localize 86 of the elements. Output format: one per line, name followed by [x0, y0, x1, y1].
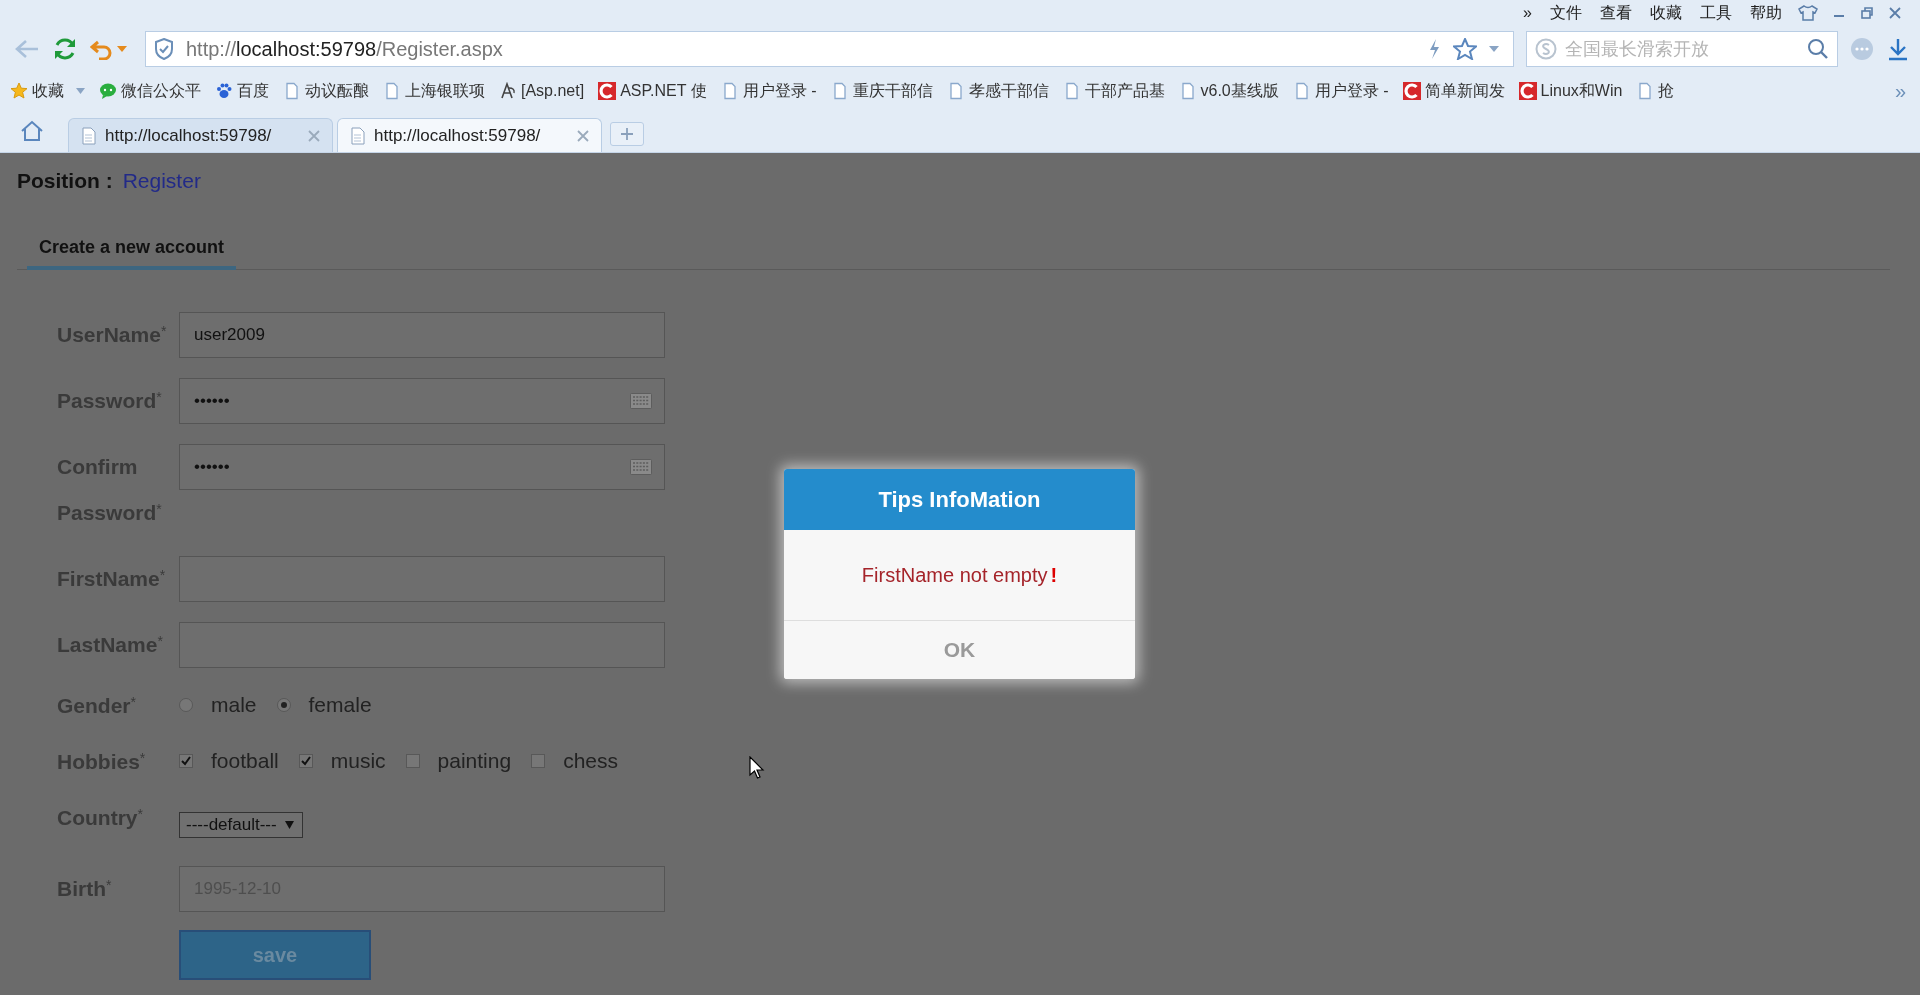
search-engine-icon: [1535, 38, 1557, 60]
section-tab[interactable]: Create a new account: [27, 231, 237, 270]
text-field[interactable]: user2009: [179, 312, 665, 358]
keyboard-icon: [630, 393, 652, 409]
option-label: male: [211, 693, 257, 717]
cursor-icon: [749, 756, 765, 780]
dialog-title: Tips InfoMation: [784, 469, 1135, 530]
star-icon[interactable]: [1453, 38, 1477, 60]
home-icon[interactable]: [20, 120, 44, 142]
restore-icon[interactable]: [1860, 6, 1874, 20]
close-icon[interactable]: [308, 129, 320, 142]
plus-icon: [621, 128, 633, 140]
lightning-icon[interactable]: [1427, 38, 1441, 60]
checkbox[interactable]: [179, 754, 193, 768]
text-field[interactable]: [179, 622, 665, 668]
menu-item[interactable]: 收藏: [1648, 2, 1684, 24]
paw-icon: [215, 82, 233, 100]
bookmark[interactable]: ASP.NET 使: [598, 80, 707, 102]
option-label: chess: [563, 749, 618, 773]
page-icon: [81, 126, 97, 145]
shield-icon: [154, 38, 174, 60]
caret-icon[interactable]: [117, 46, 127, 52]
refresh-icon[interactable]: [52, 36, 78, 62]
c-logo-icon: [598, 82, 617, 100]
bookmark[interactable]: 抢: [1636, 80, 1675, 102]
c-logo-icon: [1518, 82, 1537, 100]
keyboard-icon: [630, 459, 652, 475]
bookmark[interactable]: 孝感干部信: [946, 80, 1049, 102]
address-field[interactable]: http://localhost:59798/Register.aspx: [145, 31, 1514, 67]
bookmark[interactable]: 上海银联项: [383, 80, 485, 102]
menu-item[interactable]: 帮助: [1748, 2, 1784, 24]
bookmark[interactable]: 干部产品基: [1062, 80, 1165, 102]
chat-bubble-icon: [99, 82, 117, 100]
bookmark[interactable]: [Asp.net]: [499, 82, 585, 100]
bookmark[interactable]: 百度: [215, 80, 269, 102]
bookmark[interactable]: 微信公众平: [99, 80, 201, 102]
browser-tab[interactable]: http://localhost:59798/: [68, 118, 333, 152]
menu-item[interactable]: 文件: [1548, 2, 1584, 24]
bookmark[interactable]: 动议酝酿: [283, 80, 369, 102]
caret-icon: [76, 88, 85, 94]
bookmark[interactable]: Linux和Win: [1518, 80, 1623, 102]
swirl-icon: [499, 82, 517, 100]
undo-icon[interactable]: [90, 38, 114, 60]
bookmark[interactable]: v6.0基线版: [1178, 80, 1279, 102]
password-field[interactable]: ••••••: [179, 378, 665, 424]
page-icon: [383, 82, 401, 100]
radio-button[interactable]: [276, 698, 291, 712]
option-label: female: [308, 693, 372, 717]
position-label: Position :: [17, 169, 113, 193]
shirt-icon[interactable]: [1798, 5, 1818, 21]
search-icon[interactable]: [1807, 38, 1829, 60]
page-icon: [350, 126, 366, 145]
bookmark[interactable]: 重庆干部信: [830, 80, 933, 102]
checkbox[interactable]: [298, 754, 313, 768]
option-label: music: [330, 749, 386, 773]
back-icon[interactable]: [14, 38, 40, 60]
browser-tab[interactable]: http://localhost:59798/: [337, 118, 602, 152]
url-text: http://localhost:59798/Register.aspx: [186, 37, 503, 61]
bookmark[interactable]: 收藏: [10, 80, 85, 102]
menu-item[interactable]: 工具: [1698, 2, 1734, 24]
new-tab-button[interactable]: [610, 122, 644, 146]
option-label: football: [211, 749, 279, 773]
bookmark[interactable]: 用户登录 -: [1292, 80, 1389, 102]
caret-icon[interactable]: [1489, 46, 1499, 52]
caret-icon: [284, 821, 294, 829]
text-field[interactable]: [179, 556, 665, 602]
menu-item[interactable]: 查看: [1598, 2, 1634, 24]
checkbox[interactable]: [405, 754, 420, 768]
star-icon: [10, 82, 28, 100]
option-label: painting: [437, 749, 512, 773]
bookmark[interactable]: 用户登录 -: [720, 80, 817, 102]
password-field[interactable]: ••••••: [179, 444, 665, 490]
page-icon: [283, 82, 301, 100]
tab-title: http://localhost:59798/: [374, 125, 542, 146]
download-icon[interactable]: [1886, 37, 1910, 61]
more-icon[interactable]: [1850, 37, 1874, 61]
radio-button[interactable]: [179, 698, 193, 712]
menu-item[interactable]: »: [1521, 4, 1534, 22]
tab-title: http://localhost:59798/: [105, 125, 273, 146]
close-icon[interactable]: [1888, 6, 1902, 20]
close-icon[interactable]: [577, 129, 589, 142]
bookmark[interactable]: 简单新闻发: [1402, 80, 1505, 102]
search-placeholder: 全国最长滑索开放: [1565, 37, 1710, 61]
c-logo-icon: [1402, 82, 1421, 100]
checkbox[interactable]: [531, 754, 546, 768]
dropdown[interactable]: ----default---: [179, 812, 303, 838]
